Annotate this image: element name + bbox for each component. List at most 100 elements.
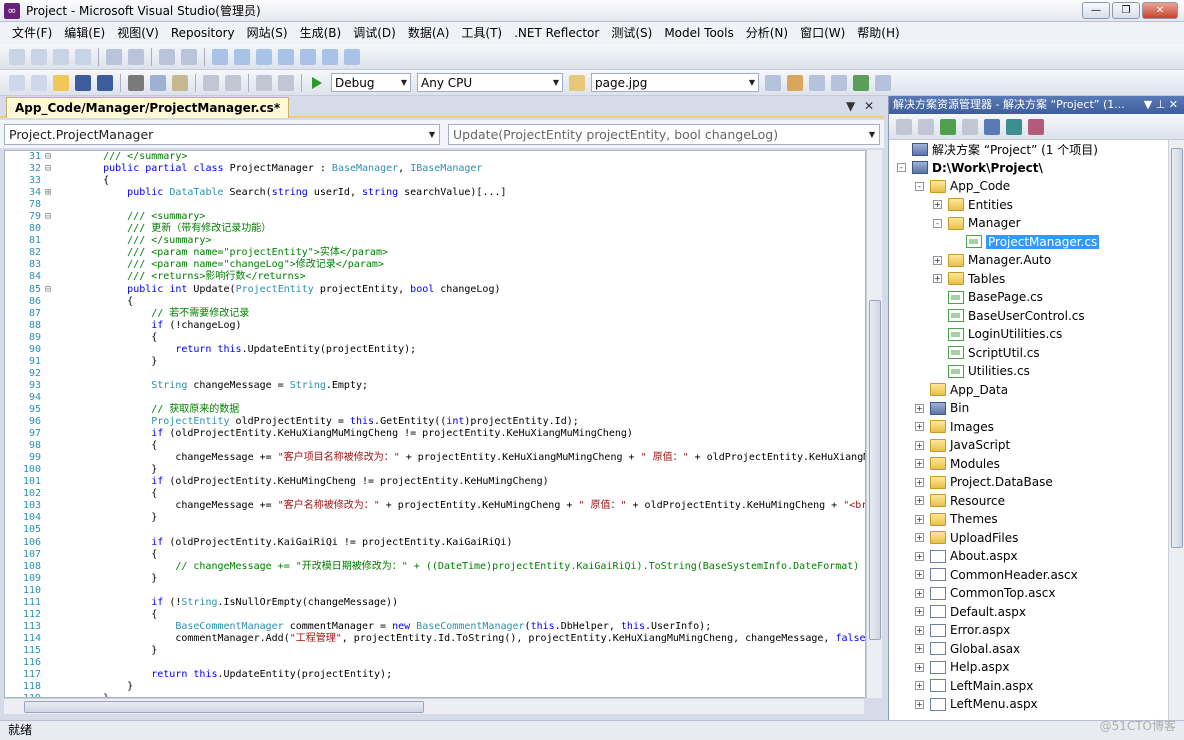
editor-horizontal-scrollbar[interactable] — [4, 698, 864, 714]
menu-item[interactable]: 视图(V) — [111, 22, 165, 44]
tree-item[interactable]: + Manager.Auto — [933, 251, 1051, 269]
add-item-icon[interactable] — [31, 74, 47, 91]
close-tab-icon[interactable]: ✕ — [864, 99, 874, 113]
line-text[interactable]: { — [79, 549, 157, 560]
asp-config-icon[interactable] — [1028, 118, 1044, 135]
tree-item[interactable]: + JavaScript — [915, 436, 1010, 454]
collapse-icon[interactable]: - — [897, 163, 906, 172]
line-text[interactable]: public partial class ProjectManager : Ba… — [79, 163, 482, 174]
minimize-button[interactable]: — — [1082, 2, 1110, 19]
code-line[interactable]: 78 — [5, 199, 865, 211]
collapse-icon[interactable]: - — [915, 181, 924, 191]
line-text[interactable]: /// <summary> — [79, 211, 205, 222]
line-text[interactable]: if (oldProjectEntity.KaiGaiRiQi != proje… — [79, 537, 512, 548]
tree-item[interactable]: 解决方案 “Project” (1 个项目) — [897, 140, 1098, 158]
line-text[interactable]: { — [79, 175, 109, 186]
save-icon[interactable] — [75, 74, 91, 91]
font-icon[interactable] — [75, 48, 91, 65]
expand-icon[interactable]: + — [915, 514, 924, 524]
menu-item[interactable]: 编辑(E) — [58, 22, 111, 44]
code-line[interactable]: 104 } — [5, 512, 865, 524]
menu-item[interactable]: 测试(S) — [605, 22, 658, 44]
code-line[interactable]: 89 { — [5, 332, 865, 344]
code-line[interactable]: 111 if (!String.IsNullOrEmpty(changeMess… — [5, 597, 865, 609]
tree-item[interactable]: + Themes — [915, 510, 998, 528]
line-text[interactable]: } — [79, 356, 157, 367]
code-line[interactable]: 108 // changeMessage += "开改模日期被修改为：" + (… — [5, 561, 865, 573]
tree-item[interactable]: + Resource — [915, 492, 1005, 510]
tree-item[interactable]: - Manager — [933, 214, 1021, 232]
line-text[interactable]: } — [79, 464, 157, 475]
cut-icon[interactable] — [53, 48, 69, 65]
code-line[interactable]: 107 { — [5, 549, 865, 561]
code-line[interactable]: 85 ⊟ public int Update(ProjectEntity proj… — [5, 284, 865, 296]
tree-item[interactable]: - D:\Work\Project\ — [897, 159, 1043, 177]
code-line[interactable]: 33 { — [5, 175, 865, 187]
expand-icon[interactable]: + — [915, 681, 924, 690]
code-line[interactable]: 87 // 若不需要修改记录 — [5, 308, 865, 320]
expand-icon[interactable]: + — [915, 440, 924, 450]
line-text[interactable]: if (oldProjectEntity.KeHuXiangMuMingChen… — [79, 428, 633, 439]
expand-icon[interactable]: + — [915, 477, 924, 487]
line-text[interactable]: return this.UpdateEntity(projectEntity); — [79, 669, 392, 680]
code-line[interactable]: 113 BaseCommentManager commentManager = … — [5, 621, 865, 633]
tree-item[interactable]: + Help.aspx — [915, 658, 1010, 676]
code-line[interactable]: 117 return this.UpdateEntity(projectEnti… — [5, 669, 865, 681]
menu-item[interactable]: 数据(A) — [402, 22, 456, 44]
line-text[interactable]: /// </summary> — [79, 235, 211, 246]
expand-icon[interactable]: + — [915, 422, 924, 431]
line-text[interactable]: // 获取原来的数据 — [79, 404, 239, 415]
bookmark-icon[interactable] — [212, 48, 228, 65]
code-line[interactable]: 90 return this.UpdateEntity(projectEntit… — [5, 344, 865, 356]
clear-bookmark-icon[interactable] — [300, 48, 316, 65]
start-debugging-icon[interactable] — [312, 76, 322, 89]
tree-item[interactable]: ScriptUtil.cs — [933, 344, 1040, 362]
tab-projectmanager-cs[interactable]: App_Code/Manager/ProjectManager.cs* — [6, 97, 290, 118]
tree-item[interactable]: + Bin — [915, 399, 969, 417]
save-all-icon[interactable] — [97, 74, 113, 91]
line-text[interactable]: commentManager.Add("工程管理", projectEntity… — [79, 633, 865, 644]
code-line[interactable]: 110 — [5, 585, 865, 597]
tree-item[interactable]: + LeftMain.aspx — [915, 677, 1033, 695]
line-text[interactable]: /// <param name="projectEntity">实体</para… — [79, 247, 388, 258]
line-text[interactable]: /// <param name="changeLog">修改记录</param> — [79, 259, 384, 270]
code-line[interactable]: 101 if (oldProjectEntity.KeHuMingCheng !… — [5, 476, 865, 488]
align-left-icon[interactable] — [106, 48, 122, 65]
line-text[interactable]: } — [79, 645, 157, 656]
code-line[interactable]: 103 changeMessage += "客户名称被修改为：" + proje… — [5, 500, 865, 512]
find-icon[interactable] — [765, 74, 781, 91]
outline-toggle-icon[interactable]: ⊟ — [45, 151, 79, 163]
line-text[interactable]: public int Update(ProjectEntity projectE… — [79, 284, 500, 295]
tree-item[interactable]: + Project.DataBase — [915, 473, 1053, 491]
line-text[interactable]: if (!changeLog) — [79, 320, 241, 331]
menu-item[interactable]: .NET Reflector — [508, 22, 605, 44]
outline-toggle-icon[interactable]: ⊞ — [45, 187, 79, 199]
menu-item[interactable]: 窗口(W) — [794, 22, 851, 44]
class-combo[interactable]: Project.ProjectManager ▼ — [4, 123, 440, 145]
line-text[interactable]: if (!String.IsNullOrEmpty(changeMessage)… — [79, 597, 398, 608]
code-line[interactable]: 94 — [5, 392, 865, 404]
tree-item[interactable]: + Error.aspx — [915, 621, 1010, 639]
code-line[interactable]: 100 } — [5, 464, 865, 476]
copy-icon[interactable] — [150, 74, 166, 91]
menu-item[interactable]: Repository — [165, 22, 241, 44]
line-text[interactable]: /// </summary> — [79, 151, 187, 162]
outdent-icon[interactable] — [181, 48, 197, 65]
menu-item[interactable]: 分析(N) — [740, 22, 794, 44]
tree-item[interactable]: + Global.asax — [915, 640, 1020, 658]
code-line[interactable]: 95 // 获取原来的数据 — [5, 404, 865, 416]
open-icon[interactable] — [53, 74, 69, 91]
line-text[interactable]: /// 更新（带有修改记录功能） — [79, 223, 271, 234]
uncomment-icon[interactable] — [344, 48, 360, 65]
menu-item[interactable]: 网站(S) — [241, 22, 294, 44]
tree-item[interactable]: + Tables — [933, 270, 1005, 288]
code-line[interactable]: 34 ⊞ public DataTable Search(string userI… — [5, 187, 865, 199]
expand-icon[interactable]: + — [915, 459, 924, 468]
expand-icon[interactable]: + — [915, 607, 924, 616]
copy-web-icon[interactable] — [31, 48, 47, 65]
nest-files-icon[interactable] — [962, 118, 978, 135]
solution-explorer-icon[interactable] — [787, 74, 803, 91]
outline-toggle-icon[interactable]: ⊟ — [45, 284, 79, 296]
paste-icon[interactable] — [172, 74, 188, 91]
code-line[interactable]: 105 — [5, 524, 865, 536]
